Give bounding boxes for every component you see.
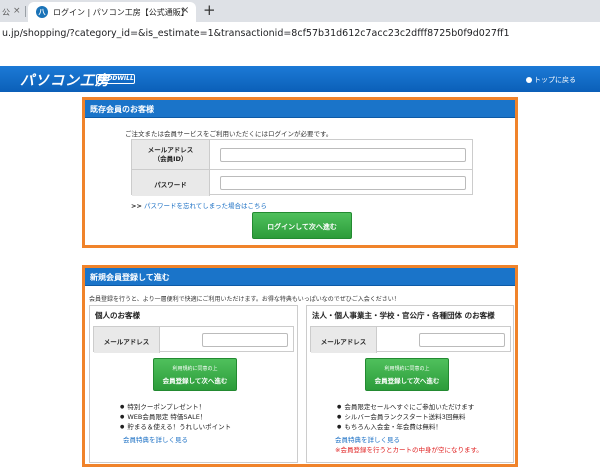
url-text[interactable]: u.jp/shopping/?category_id=&is_estimate=… bbox=[2, 28, 510, 39]
tab-title: ログイン | パソコン工房【公式通販】 bbox=[53, 8, 189, 17]
address-bar[interactable]: u.jp/shopping/?category_id=&is_estimate=… bbox=[0, 22, 600, 48]
button-subtext: 利用規約に同意の上 bbox=[172, 366, 218, 372]
corporate-column: 法人・個人事業主・学校・官公庁・各種団体 のお客様 メールアドレス 利用規約に同… bbox=[306, 305, 514, 463]
corporate-benefits: 会員限定セールへすぐにご参加いただけます シルバー会員ランクスタート送料3回無料… bbox=[337, 402, 474, 432]
individual-form: メールアドレス bbox=[93, 326, 294, 353]
back-to-top-label: トップに戻る bbox=[534, 76, 576, 84]
list-item: シルバー会員ランクスタート送料3回無料 bbox=[337, 412, 474, 422]
site-header: パソコン工房 GOODWILL トップに戻る bbox=[0, 66, 600, 92]
arrow-circle-icon bbox=[526, 77, 532, 83]
forgot-arrows: >> bbox=[131, 202, 142, 210]
corporate-title: 法人・個人事業主・学校・官公庁・各種団体 のお客様 bbox=[312, 311, 495, 320]
button-label: 会員登録して次へ進む bbox=[374, 377, 440, 385]
individual-title: 個人のお客様 bbox=[95, 311, 140, 320]
site-favicon-icon: 八 bbox=[36, 6, 48, 18]
new-tab-icon[interactable]: + bbox=[203, 1, 216, 19]
previous-tab-title: 公 bbox=[2, 8, 10, 17]
goodwill-badge: GOODWILL bbox=[96, 74, 135, 84]
corporate-form: メールアドレス bbox=[310, 326, 511, 353]
button-label: 会員登録して次へ進む bbox=[162, 377, 228, 385]
login-form: メールアドレス （会員ID） パスワード bbox=[131, 139, 473, 196]
button-subtext: 利用規約に同意の上 bbox=[384, 366, 430, 372]
existing-member-panel: 既存会員のお客様 ご注文または会員サービスをご利用いただくにはログインが必要です… bbox=[82, 97, 518, 248]
new-member-panel: 新規会員登録して進む 会員登録を行うと、より一層便利で快適にご利用いただけます。… bbox=[82, 265, 518, 467]
login-button[interactable]: ログインして次へ進む bbox=[252, 212, 352, 239]
browser-tab-active[interactable]: 八 ログイン | パソコン工房【公式通販】 × bbox=[28, 2, 196, 22]
list-item: もちろん入会金・年会費は無料！ bbox=[337, 422, 474, 432]
password-input[interactable] bbox=[220, 176, 466, 190]
email-label-line2: （会員ID） bbox=[153, 155, 188, 163]
email-label: メールアドレス （会員ID） bbox=[132, 140, 210, 169]
individual-email-input[interactable] bbox=[202, 333, 288, 347]
individual-email-row: メールアドレス bbox=[94, 327, 293, 353]
individual-register-button[interactable]: 利用規約に同意の上 会員登録して次へ進む bbox=[153, 358, 237, 391]
cart-warning: ※会員登録を行うとカートの中身が空になります。 bbox=[335, 446, 483, 454]
corporate-email-input[interactable] bbox=[419, 333, 505, 347]
email-input[interactable] bbox=[220, 148, 466, 162]
corporate-benefits-link[interactable]: 会員特典を詳しく見る bbox=[335, 434, 400, 444]
individual-benefits-link[interactable]: 会員特典を詳しく見る bbox=[123, 434, 188, 444]
close-icon[interactable]: × bbox=[181, 5, 189, 16]
existing-member-title: 既存会員のお客様 bbox=[85, 100, 515, 118]
browser-tab-bar: 公 × 八 ログイン | パソコン工房【公式通販】 × + bbox=[0, 0, 600, 22]
list-item: 会員限定セールへすぐにご参加いただけます bbox=[337, 402, 474, 412]
corporate-email-row: メールアドレス bbox=[311, 327, 510, 353]
corporate-register-button[interactable]: 利用規約に同意の上 会員登録して次へ進む bbox=[365, 358, 449, 391]
new-member-title: 新規会員登録して進む bbox=[85, 268, 515, 286]
back-to-top-link[interactable]: トップに戻る bbox=[526, 75, 576, 85]
email-row: メールアドレス （会員ID） bbox=[132, 140, 472, 170]
login-note: ご注文または会員サービスをご利用いただくにはログインが必要です。 bbox=[125, 130, 333, 138]
list-item: 貯まる＆使える！うれしいポイント bbox=[120, 422, 231, 432]
password-label: パスワード bbox=[132, 170, 210, 196]
email-label-line1: メールアドレス bbox=[147, 146, 194, 154]
close-icon[interactable]: × bbox=[13, 6, 21, 16]
forgot-password-link[interactable]: パスワードを忘れてしまった場合はこちら bbox=[144, 202, 267, 210]
password-row: パスワード bbox=[132, 170, 472, 196]
register-note: 会員登録を行うと、より一層便利で快適にご利用いただけます。お得な特典もいっぱいな… bbox=[89, 296, 400, 303]
individual-benefits: 特別クーポンプレゼント！ WEB会員限定 特価SALE！ 貯まる＆使える！うれし… bbox=[120, 402, 231, 432]
individual-email-label: メールアドレス bbox=[94, 327, 160, 353]
list-item: WEB会員限定 特価SALE！ bbox=[120, 412, 231, 422]
individual-column: 個人のお客様 メールアドレス 利用規約に同意の上 会員登録して次へ進む 特別クー… bbox=[89, 305, 298, 463]
list-item: 特別クーポンプレゼント！ bbox=[120, 402, 231, 412]
tab-separator bbox=[25, 6, 26, 17]
corporate-email-label: メールアドレス bbox=[311, 327, 377, 353]
forgot-password: >> パスワードを忘れてしまった場合はこちら bbox=[131, 200, 267, 210]
browser-tab-previous[interactable]: 公 × bbox=[0, 3, 24, 22]
